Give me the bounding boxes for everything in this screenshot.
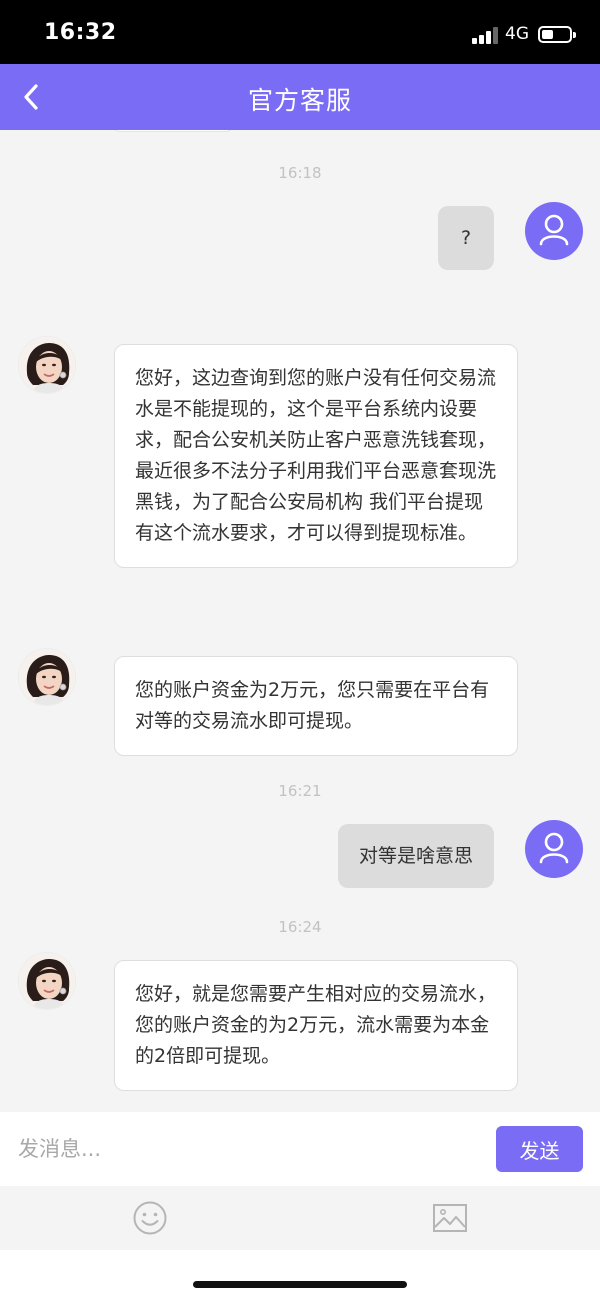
timestamp: 16:24 bbox=[278, 918, 322, 936]
chat-messages[interactable]: 16:18 ? 您好，这边查询到您的账户没有任何交易流水是不能提现的，这个是平台… bbox=[0, 130, 600, 1112]
outgoing-message: 对等是啥意思 bbox=[338, 824, 494, 888]
outgoing-message: ? bbox=[438, 206, 494, 270]
input-toolbar bbox=[0, 1186, 600, 1250]
agent-avatar[interactable] bbox=[18, 648, 76, 706]
incoming-message: 您好，这边查询到您的账户没有任何交易流水是不能提现的，这个是平台系统内设要求，配… bbox=[114, 344, 518, 568]
incoming-message: 您好，就是您需要产生相对应的交易流水，您的账户资金的为2万元，流水需要为本金的2… bbox=[114, 960, 518, 1091]
user-avatar[interactable] bbox=[525, 820, 583, 878]
send-button[interactable]: 发送 bbox=[496, 1126, 583, 1172]
message-input[interactable] bbox=[18, 1126, 478, 1172]
network-label: 4G bbox=[505, 24, 529, 44]
timestamp: 16:21 bbox=[278, 782, 322, 800]
status-time: 16:32 bbox=[44, 20, 117, 45]
user-avatar[interactable] bbox=[525, 202, 583, 260]
page-title: 官方客服 bbox=[247, 86, 352, 115]
battery-icon bbox=[538, 26, 576, 43]
status-bar: 16:32 4G bbox=[0, 0, 600, 64]
agent-avatar[interactable] bbox=[18, 336, 76, 394]
agent-avatar-image bbox=[19, 649, 75, 705]
image-icon bbox=[433, 1204, 467, 1232]
timestamp: 16:18 bbox=[278, 164, 322, 182]
agent-avatar-image bbox=[19, 953, 75, 1009]
previous-message-bubble bbox=[112, 130, 234, 132]
chat-header: 官方客服 bbox=[0, 64, 600, 130]
message-input-bar: 发送 bbox=[0, 1112, 600, 1186]
incoming-message: 您的账户资金为2万元，您只需要在平台有对等的交易流水即可提现。 bbox=[114, 656, 518, 756]
signal-icon bbox=[472, 26, 500, 44]
user-icon bbox=[539, 832, 569, 864]
smiley-icon bbox=[133, 1201, 167, 1235]
emoji-button[interactable] bbox=[132, 1200, 168, 1236]
image-button[interactable] bbox=[432, 1202, 468, 1234]
user-icon bbox=[539, 214, 569, 246]
home-indicator-area bbox=[0, 1250, 600, 1299]
agent-avatar[interactable] bbox=[18, 952, 76, 1010]
home-indicator[interactable] bbox=[193, 1281, 407, 1288]
agent-avatar-image bbox=[19, 337, 75, 393]
